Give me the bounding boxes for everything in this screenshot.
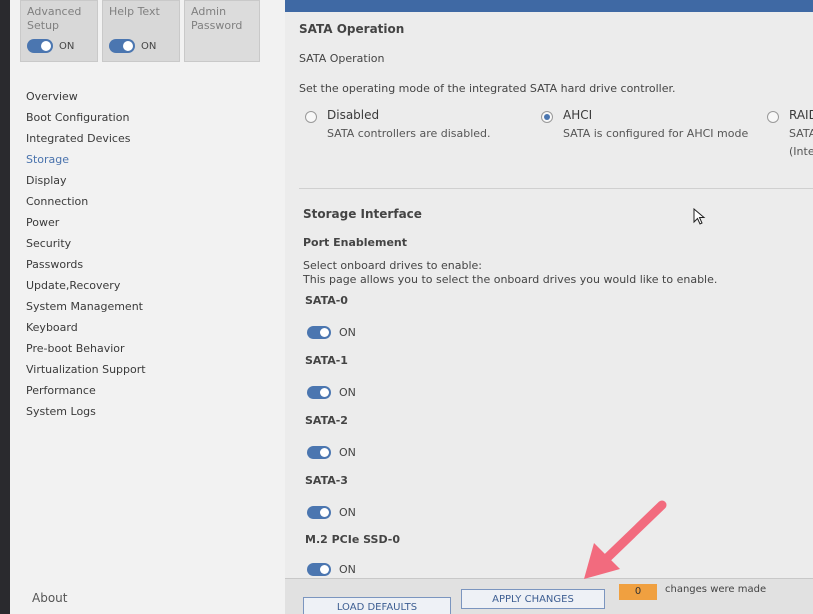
section-title: SATA Operation	[299, 22, 405, 36]
tile-advanced-setup[interactable]: Advanced Setup ON	[20, 0, 98, 62]
sidebar-item-connection[interactable]: Connection	[26, 191, 146, 212]
radio-label: RAID	[789, 108, 813, 122]
section-divider	[299, 188, 813, 189]
toggle-state: ON	[339, 386, 356, 399]
sata-1-toggle[interactable]	[307, 386, 331, 399]
radio-button[interactable]	[541, 111, 553, 123]
tile-admin-password[interactable]: Admin Password	[184, 0, 260, 62]
radio-label: Disabled	[327, 108, 380, 122]
drive-name-sata-0: SATA-0	[305, 294, 348, 307]
radio-button[interactable]	[767, 111, 779, 123]
sidebar-item-system-logs[interactable]: System Logs	[26, 401, 146, 422]
toggle-state: ON	[339, 446, 356, 459]
drive-name-sata-3: SATA-3	[305, 474, 348, 487]
sidebar-item-power[interactable]: Power	[26, 212, 146, 233]
radio-description-2: (Intel	[789, 145, 813, 158]
sidebar-nav: Overview Boot Configuration Integrated D…	[26, 86, 146, 422]
sata-3-toggle-row[interactable]: ON	[307, 506, 356, 519]
advanced-setup-toggle[interactable]	[27, 39, 53, 53]
advanced-setup-toggle-row[interactable]: ON	[27, 39, 74, 53]
m2-pcie-ssd-0-toggle-row[interactable]: ON	[307, 563, 356, 576]
drive-name-sata-1: SATA-1	[305, 354, 348, 367]
sidebar-item-performance[interactable]: Performance	[26, 380, 146, 401]
sidebar-item-virtualization-support[interactable]: Virtualization Support	[26, 359, 146, 380]
sidebar-item-boot-configuration[interactable]: Boot Configuration	[26, 107, 146, 128]
main-panel: SATA Operation SATA Operation Set the op…	[285, 0, 813, 614]
sata-3-toggle[interactable]	[307, 506, 331, 519]
sata-1-toggle-row[interactable]: ON	[307, 386, 356, 399]
sidebar-item-keyboard[interactable]: Keyboard	[26, 317, 146, 338]
apply-changes-button[interactable]: APPLY CHANGES	[461, 589, 605, 609]
changes-count-badge: 0	[619, 584, 657, 600]
radio-button[interactable]	[305, 111, 317, 123]
top-accent-bar	[285, 0, 813, 12]
sidebar-item-system-management[interactable]: System Management	[26, 296, 146, 317]
setting-title: SATA Operation	[299, 52, 385, 65]
drive-name-m2-pcie-ssd-0: M.2 PCIe SSD-0	[305, 533, 401, 546]
sidebar-item-passwords[interactable]: Passwords	[26, 254, 146, 275]
tile-label: Advanced Setup	[27, 5, 82, 32]
sidebar-item-integrated-devices[interactable]: Integrated Devices	[26, 128, 146, 149]
toggle-state: ON	[339, 563, 356, 576]
sidebar-item-pre-boot-behavior[interactable]: Pre-boot Behavior	[26, 338, 146, 359]
sata-2-toggle[interactable]	[307, 446, 331, 459]
tile-label: Admin Password	[191, 5, 243, 32]
sata-0-toggle[interactable]	[307, 326, 331, 339]
quick-settings-tiles: Advanced Setup ON Help Text ON Admin Pas…	[20, 0, 260, 64]
sidebar-item-update-recovery[interactable]: Update,Recovery	[26, 275, 146, 296]
changes-status-text: changes were made	[665, 584, 767, 595]
radio-description: SATA is configured for AHCI mode	[563, 127, 749, 140]
m2-pcie-ssd-0-toggle[interactable]	[307, 563, 331, 576]
radio-description: SATA controllers are disabled.	[327, 127, 491, 140]
setting-description: Set the operating mode of the integrated…	[299, 82, 676, 95]
annotation-arrow-icon	[584, 500, 667, 579]
sidebar-item-storage[interactable]: Storage	[26, 149, 146, 170]
bios-screen: Advanced Setup ON Help Text ON Admin Pas…	[10, 0, 813, 614]
port-description-2: This page allows you to select the onboa…	[303, 273, 718, 286]
sata-mode-radio-group: Disabled SATA controllers are disabled. …	[305, 108, 813, 158]
radio-description: SATA	[789, 127, 813, 140]
sidebar-item-overview[interactable]: Overview	[26, 86, 146, 107]
sidebar-item-display[interactable]: Display	[26, 170, 146, 191]
toggle-state: ON	[59, 40, 75, 52]
load-defaults-button[interactable]: LOAD DEFAULTS	[303, 597, 451, 614]
toggle-state: ON	[141, 40, 157, 52]
port-enablement-title: Port Enablement	[303, 236, 408, 249]
radio-label: AHCI	[563, 108, 593, 122]
tile-help-text[interactable]: Help Text ON	[102, 0, 180, 62]
toggle-state: ON	[339, 326, 356, 339]
help-text-toggle[interactable]	[109, 39, 135, 53]
mouse-pointer-icon	[693, 208, 706, 225]
sidebar-item-security[interactable]: Security	[26, 233, 146, 254]
sidebar: Advanced Setup ON Help Text ON Admin Pas…	[10, 0, 285, 614]
tile-label: Help Text	[109, 5, 160, 18]
footer-action-bar: LOAD DEFAULTS APPLY CHANGES 0 changes we…	[285, 578, 813, 614]
sata-2-toggle-row[interactable]: ON	[307, 446, 356, 459]
help-text-toggle-row[interactable]: ON	[109, 39, 156, 53]
drive-name-sata-2: SATA-2	[305, 414, 348, 427]
sata-0-toggle-row[interactable]: ON	[307, 326, 356, 339]
toggle-state: ON	[339, 506, 356, 519]
about-link[interactable]: About	[32, 591, 67, 605]
port-description-1: Select onboard drives to enable:	[303, 259, 482, 272]
storage-interface-title: Storage Interface	[303, 207, 422, 221]
